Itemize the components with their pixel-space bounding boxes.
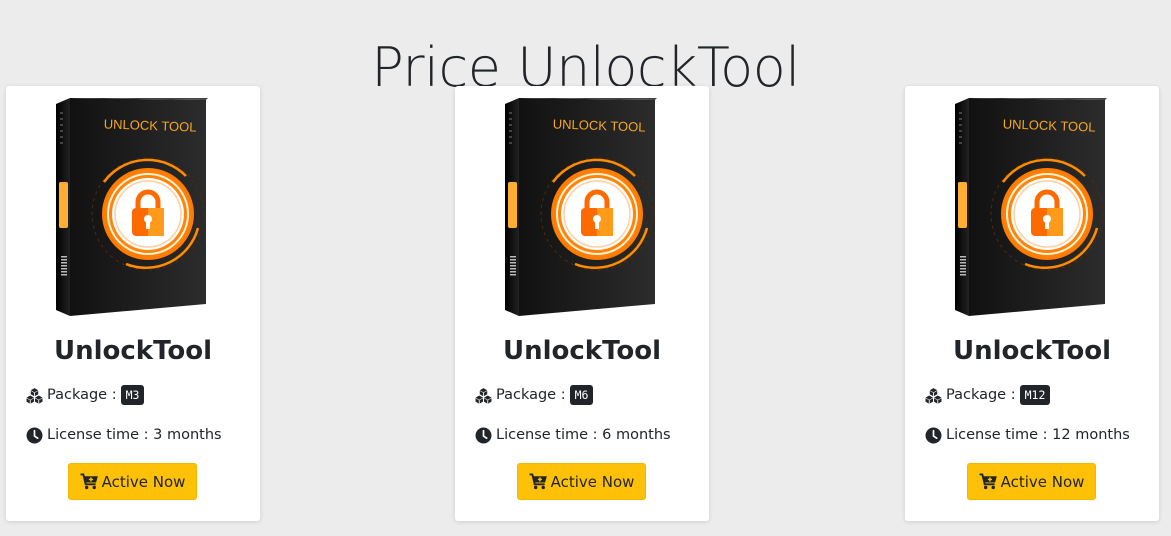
active-now-button[interactable]: Active Now bbox=[967, 463, 1096, 500]
package-code-badge: M3 bbox=[120, 385, 145, 405]
product-box-image: UNLOCK TOOL bbox=[505, 98, 657, 316]
pricing-card: UNLOCK TOOL UnlockTool Package : M3 Lice… bbox=[6, 86, 260, 521]
clock-icon bbox=[26, 427, 43, 444]
card-title: UnlockTool bbox=[502, 336, 662, 366]
license-text: License time : 3 months bbox=[47, 427, 222, 443]
license-row: License time : 3 months bbox=[26, 424, 256, 446]
cart-icon bbox=[529, 473, 548, 490]
cubes-icon bbox=[475, 387, 492, 404]
cubes-icon bbox=[925, 387, 942, 404]
package-row: Package : M12 bbox=[925, 384, 1155, 406]
button-label: Active Now bbox=[1000, 472, 1085, 491]
active-now-button[interactable]: Active Now bbox=[517, 463, 646, 500]
package-label: Package : bbox=[47, 387, 117, 403]
package-row: Package : M6 bbox=[475, 384, 705, 406]
product-box-image: UNLOCK TOOL bbox=[56, 98, 208, 316]
package-label: Package : bbox=[946, 387, 1016, 403]
card-title: UnlockTool bbox=[53, 336, 213, 366]
package-code-badge: M12 bbox=[1019, 385, 1051, 405]
license-text: License time : 6 months bbox=[496, 427, 671, 443]
license-row: License time : 12 months bbox=[925, 424, 1155, 446]
clock-icon bbox=[475, 427, 492, 444]
button-label: Active Now bbox=[101, 472, 186, 491]
package-row: Package : M3 bbox=[26, 384, 256, 406]
license-text: License time : 12 months bbox=[946, 427, 1130, 443]
cart-icon bbox=[80, 473, 99, 490]
pricing-card: UNLOCK TOOL UnlockTool Package : M6 Lice… bbox=[455, 86, 709, 521]
product-box-image: UNLOCK TOOL bbox=[955, 98, 1107, 316]
package-label: Package : bbox=[496, 387, 566, 403]
clock-icon bbox=[925, 427, 942, 444]
pricing-card: UNLOCK TOOL UnlockTool Package : M12 Lic… bbox=[905, 86, 1159, 521]
package-code-badge: M6 bbox=[569, 385, 594, 405]
cubes-icon bbox=[26, 387, 43, 404]
cart-icon bbox=[979, 473, 998, 490]
button-label: Active Now bbox=[550, 472, 635, 491]
license-row: License time : 6 months bbox=[475, 424, 705, 446]
active-now-button[interactable]: Active Now bbox=[68, 463, 197, 500]
card-title: UnlockTool bbox=[952, 336, 1112, 366]
